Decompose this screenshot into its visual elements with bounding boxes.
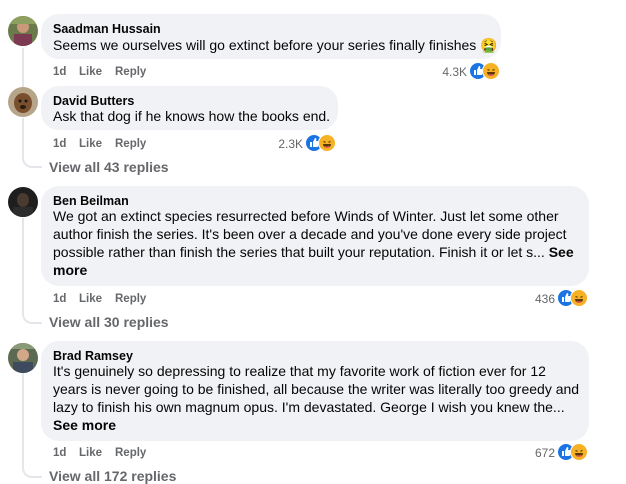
like-button[interactable]: Like [79, 66, 102, 78]
comment-author[interactable]: David Butters [53, 94, 134, 108]
avatar[interactable] [8, 343, 38, 373]
reaction-count[interactable]: 2.3K [266, 137, 303, 151]
comment-text-line: years is never going to be finished, all… [53, 381, 580, 397]
like-button[interactable]: Like [79, 447, 102, 459]
comment-text: Ask that dog if he knows how the books e… [53, 108, 331, 124]
thread-connector [22, 372, 42, 478]
comment-text-line: lazy to finish his own magnum opus. I'm … [53, 399, 565, 415]
reply-button[interactable]: Reply [115, 293, 146, 305]
comment-text-line: We got an extinct species resurrected be… [53, 208, 559, 224]
comment-text-line: possible rather than finish the series t… [53, 243, 585, 261]
view-replies-link[interactable]: View all 43 replies [49, 159, 169, 175]
like-button[interactable]: Like [79, 138, 102, 150]
like-button[interactable]: Like [79, 293, 102, 305]
comment-text: We got an extinct species resurrected be… [53, 207, 585, 279]
see-more-link[interactable]: See [549, 244, 574, 260]
avatar[interactable] [8, 16, 38, 46]
haha-icon [570, 289, 588, 307]
nauseated-face-icon: 🤮 [480, 37, 498, 53]
comment-text-line: author finish the series. It's been over… [53, 226, 567, 242]
reply-button[interactable]: Reply [115, 66, 146, 78]
avatar-photo [8, 16, 38, 46]
avatar-photo [8, 343, 38, 373]
comment-bubble: Saadman Hussain Seems we ourselves will … [41, 14, 501, 59]
comment-text-body: possible rather than finish the series t… [53, 244, 545, 260]
reaction-count[interactable]: 436 [518, 292, 555, 306]
reaction-count[interactable]: 4.3K [430, 65, 467, 79]
avatar-photo [8, 187, 38, 217]
comment-text-line: It's genuinely so depressing to realize … [53, 363, 546, 379]
reply-button[interactable]: Reply [115, 138, 146, 150]
comment-author[interactable]: Ben Beilman [53, 194, 129, 208]
see-more-link[interactable]: See more [53, 416, 585, 434]
comment-author[interactable]: Brad Ramsey [53, 349, 133, 363]
haha-icon [318, 134, 336, 152]
see-more-link[interactable]: more [53, 261, 585, 279]
haha-icon [482, 62, 500, 80]
comment-text: It's genuinely so depressing to realize … [53, 362, 585, 434]
comment-text-body: Seems we ourselves will go extinct befor… [53, 37, 477, 53]
comment-age[interactable]: 1d [53, 447, 66, 459]
comment-age[interactable]: 1d [53, 138, 66, 150]
avatar-photo [8, 87, 38, 117]
view-replies-link[interactable]: View all 30 replies [49, 314, 169, 330]
thread-connector [22, 218, 42, 324]
avatar[interactable] [8, 87, 38, 117]
comment-age[interactable]: 1d [53, 293, 66, 305]
reply-button[interactable]: Reply [115, 447, 146, 459]
reaction-count[interactable]: 672 [518, 446, 555, 460]
thread-connector [22, 118, 42, 168]
comment-author[interactable]: Saadman Hussain [53, 22, 161, 36]
comment-bubble: Ben Beilman We got an extinct species re… [41, 186, 589, 286]
comment-bubble: Brad Ramsey It's genuinely so depressing… [41, 341, 589, 441]
comment-bubble: David Butters Ask that dog if he knows h… [41, 86, 338, 130]
view-replies-link[interactable]: View all 172 replies [49, 468, 176, 484]
comment-text: Seems we ourselves will go extinct befor… [53, 36, 498, 54]
avatar[interactable] [8, 187, 38, 217]
haha-icon [570, 443, 588, 461]
comment-age[interactable]: 1d [53, 66, 66, 78]
